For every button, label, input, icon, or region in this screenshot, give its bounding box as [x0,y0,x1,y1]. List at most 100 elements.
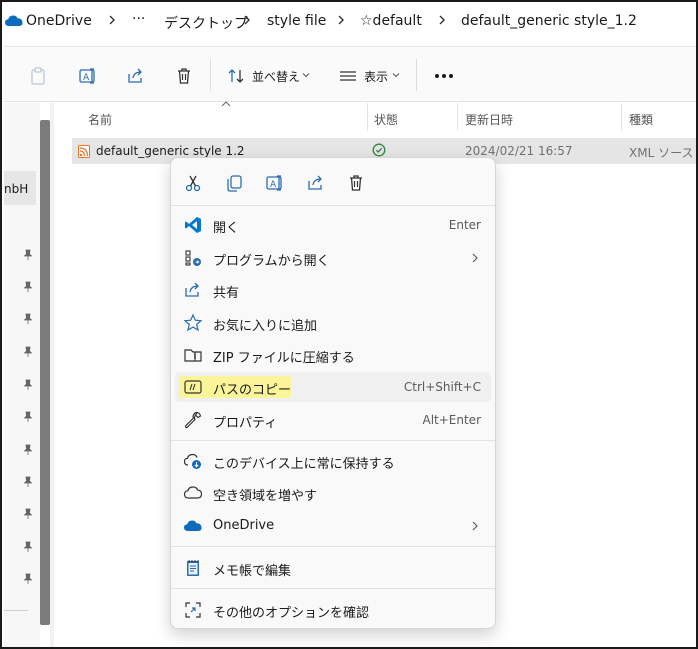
copy-path-icon [184,380,202,394]
command-bar: A 並べ替え 表示 [4,46,696,102]
show-more-icon [185,602,201,618]
column-status[interactable]: 状態 [374,111,398,128]
chevron-down-icon [302,73,310,78]
menu-item-keep-on-device[interactable]: このデバイス上に常に保持する [175,446,491,476]
chevron-right-icon [472,253,478,263]
synced-check-icon [372,143,386,157]
svg-text:A: A [270,180,277,190]
column-divider[interactable] [367,103,368,131]
menu-item-label: 開く [213,221,240,236]
context-menu: A 開く Enter プログラムから開く 共有 お気に入りに追加 ZIP ファイ… [170,157,496,629]
notepad-icon [187,560,199,576]
share-icon[interactable] [126,66,146,86]
menu-item-label: このデバイス上に常に保持する [213,457,395,472]
menu-item-shortcut: Ctrl+Shift+C [403,380,481,394]
chevron-right-icon [439,15,445,25]
xml-file-icon [78,145,90,158]
navigation-pane: nbH [4,103,40,647]
menu-separator [171,440,495,441]
breadcrumb-more-button[interactable]: ··· [132,11,145,27]
svg-text:A: A [83,73,90,83]
wrench-icon [184,411,202,429]
file-modified: 2024/02/21 16:57 [465,144,573,158]
view-list-icon[interactable] [338,66,358,86]
pin-icon [23,508,33,519]
more-options-icon[interactable] [434,73,454,79]
rename-icon[interactable]: A [78,66,98,86]
chevron-right-icon [109,15,115,25]
toolbar-divider [416,59,417,91]
menu-item-label: メモ帳で編集 [213,564,292,579]
nav-scrollbar-thumb[interactable] [40,120,50,625]
cut-icon[interactable] [183,173,203,193]
menu-item-label: お気に入りに追加 [213,319,318,334]
menu-item-onedrive[interactable]: OneDrive [175,511,491,541]
explorer-window: OneDrive ··· デスクトップ style file ☆default … [0,0,698,649]
pin-icon [23,573,33,584]
delete-icon[interactable] [346,173,366,193]
nav-divider [4,610,28,611]
column-name[interactable]: 名前 [88,111,112,128]
breadcrumb-default[interactable]: ☆default [360,13,422,29]
column-modified[interactable]: 更新日時 [465,111,513,128]
column-divider[interactable] [457,103,458,131]
pin-icon [23,379,33,390]
cloud-icon [183,486,203,499]
menu-item-free-up-space[interactable]: 空き領域を増やす [175,478,491,508]
menu-item-compress-zip[interactable]: ZIP ファイルに圧縮する [175,340,491,370]
chevron-right-icon [244,15,250,25]
onedrive-cloud-icon [184,520,202,531]
pin-icon [23,411,33,422]
menu-item-share[interactable]: 共有 [175,275,491,305]
nav-item-label: nbH [4,182,29,196]
chevron-right-icon [338,15,344,25]
column-divider[interactable] [621,103,622,131]
copy-icon[interactable] [224,173,244,193]
menu-item-more-options[interactable]: その他のオプションを確認 [175,595,491,625]
breadcrumb: OneDrive ··· デスクトップ style file ☆default … [2,2,696,44]
menu-item-label: プロパティ [213,416,278,431]
share-icon[interactable] [306,173,326,193]
rename-icon[interactable]: A [265,173,285,193]
breadcrumb-desktop[interactable]: デスクトップ [164,13,248,33]
cloud-download-icon [183,453,201,469]
menu-item-label: 空き領域を増やす [213,489,318,504]
open-with-icon [185,250,201,266]
delete-icon[interactable] [174,66,194,86]
menu-item-label: プログラムから開く [213,254,330,269]
menu-item-add-favorite[interactable]: お気に入りに追加 [175,308,491,338]
breadcrumb-onedrive[interactable]: OneDrive [26,13,92,29]
column-header-row: 名前 状態 更新日時 種類 [54,101,696,131]
pin-icon [23,281,33,292]
pin-icon [23,541,33,552]
chevron-down-icon [392,73,400,78]
menu-item-label: その他のオプションを確認 [213,606,370,621]
view-button-label[interactable]: 表示 [364,68,388,85]
paste-icon[interactable] [28,66,48,86]
pin-icon [23,346,33,357]
menu-item-label: OneDrive [213,518,275,533]
column-type[interactable]: 種類 [629,111,653,128]
sort-button-label[interactable]: 並べ替え [252,68,300,85]
zip-folder-icon [184,349,202,362]
toolbar-divider [210,59,211,91]
menu-separator [171,546,495,547]
pin-icon [23,249,33,260]
menu-item-open[interactable]: 開く Enter [175,210,491,240]
menu-item-open-with[interactable]: プログラムから開く [175,243,491,273]
star-icon [183,313,203,332]
menu-item-label: 共有 [213,286,240,301]
menu-item-shortcut: Alt+Enter [422,413,481,427]
breadcrumb-current-folder[interactable]: default_generic style_1.2 [461,13,637,29]
onedrive-cloud-icon [5,15,23,26]
breadcrumb-style-file[interactable]: style file [267,13,326,29]
sort-icon[interactable] [226,66,246,86]
vscode-icon [185,217,201,233]
menu-item-properties[interactable]: プロパティ Alt+Enter [175,405,491,435]
menu-item-copy-path[interactable]: パスのコピー Ctrl+Shift+C [175,372,491,402]
share-icon [185,282,199,297]
pin-icon [23,313,33,324]
menu-item-label: パスのコピー [213,383,292,398]
pin-icon [23,444,33,455]
menu-item-edit-notepad[interactable]: メモ帳で編集 [175,553,491,583]
